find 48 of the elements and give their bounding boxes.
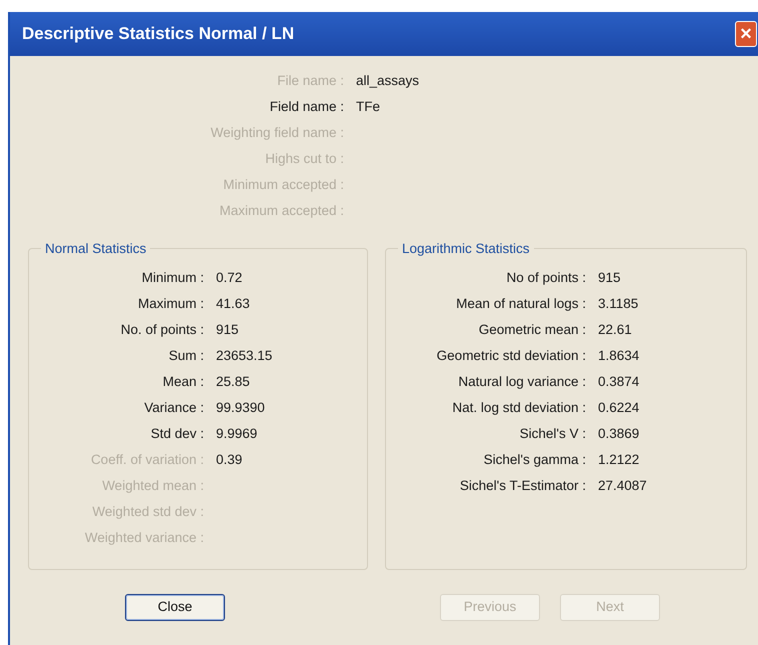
field-label: Weighted variance : [84,528,204,547]
field-label: Mean of natural logs : [455,294,586,313]
field-value: 0.3869 [598,424,640,443]
field-value: all_assays [356,72,420,90]
field-label: Field name : [268,98,344,116]
field-value: 0.39 [216,450,242,469]
field-label: No. of points : [120,320,204,339]
field-value: 41.63 [216,294,250,313]
field-label: Nat. log std deviation : [451,398,586,417]
field-label: Geometric std deviation : [436,346,586,365]
field-value: 1.8634 [598,346,640,365]
field-label: Sichel's T-Estimator : [458,476,586,495]
field-value: 1.2122 [598,450,640,469]
window-title: Descriptive Statistics Normal / LN [22,23,294,46]
field-label: File name : [276,72,344,90]
field-value: 9.9969 [216,424,258,443]
field-label: Maximum : [136,294,204,313]
field-label: No of points : [505,268,586,287]
field-label: Variance : [143,398,204,417]
field-value: 915 [216,320,239,339]
field-label: Natural log variance : [457,372,586,391]
field-label: Weighted mean : [101,476,204,495]
dialog-button[interactable]: Close [125,594,225,621]
field-value: 3.1185 [598,294,638,313]
field-label: Maximum accepted : [218,202,344,220]
field-label: Weighted std dev : [91,502,204,521]
field-label: Minimum : [140,268,204,287]
field-label: Sichel's V : [518,424,586,443]
field-value: 99.9390 [216,398,265,417]
field-label: Geometric mean : [478,320,586,339]
close-button[interactable]: × [735,21,757,47]
field-label: Weighting field name : [210,124,344,142]
field-label: Mean : [162,372,204,391]
field-value: TFe [356,98,380,116]
field-label: Coeff. of variation : [90,450,204,469]
field-value: 915 [598,268,621,287]
field-value: 25.85 [216,372,250,391]
field-label: Highs cut to : [264,150,344,168]
field-value: 0.3874 [598,372,640,391]
field-value: 23653.15 [216,346,272,365]
field-value: 22.61 [598,320,632,339]
field-value: 0.6224 [598,398,640,417]
field-label: Std dev : [150,424,204,443]
field-value: 0.72 [216,268,242,287]
field-label: Sum : [168,346,204,365]
field-label: Sichel's gamma : [482,450,586,469]
field-label: Minimum accepted : [222,176,344,194]
field-value: 27.4087 [598,476,647,495]
